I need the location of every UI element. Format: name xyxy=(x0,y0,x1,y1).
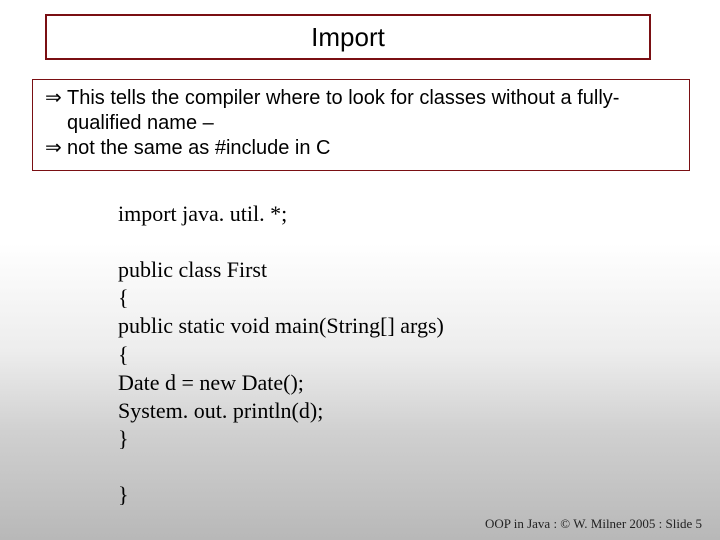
code-line: public class First xyxy=(118,256,638,284)
bullet-item: ⇒ This tells the compiler where to look … xyxy=(45,86,677,136)
code-block: import java. util. *; public class First… xyxy=(118,200,638,509)
bullets-box: ⇒ This tells the compiler where to look … xyxy=(32,79,690,171)
code-line: } xyxy=(118,481,638,509)
code-line: System. out. println(d); xyxy=(118,397,638,425)
bullet-text: This tells the compiler where to look fo… xyxy=(67,86,677,136)
code-line: { xyxy=(118,341,638,369)
title-box: Import xyxy=(45,14,651,60)
slide-footer: OOP in Java : © W. Milner 2005 : Slide 5 xyxy=(485,516,702,532)
slide-title: Import xyxy=(311,22,385,53)
code-line: { xyxy=(118,284,638,312)
code-line: } xyxy=(118,425,638,453)
arrow-icon: ⇒ xyxy=(45,136,67,161)
bullet-item: ⇒ not the same as #include in C xyxy=(45,136,677,161)
code-line: import java. util. *; xyxy=(118,200,638,228)
code-blank xyxy=(118,228,638,256)
code-line: Date d = new Date(); xyxy=(118,369,638,397)
code-blank xyxy=(118,453,638,481)
arrow-icon: ⇒ xyxy=(45,86,67,111)
bullet-text: not the same as #include in C xyxy=(67,136,677,161)
code-line: public static void main(String[] args) xyxy=(118,312,638,340)
